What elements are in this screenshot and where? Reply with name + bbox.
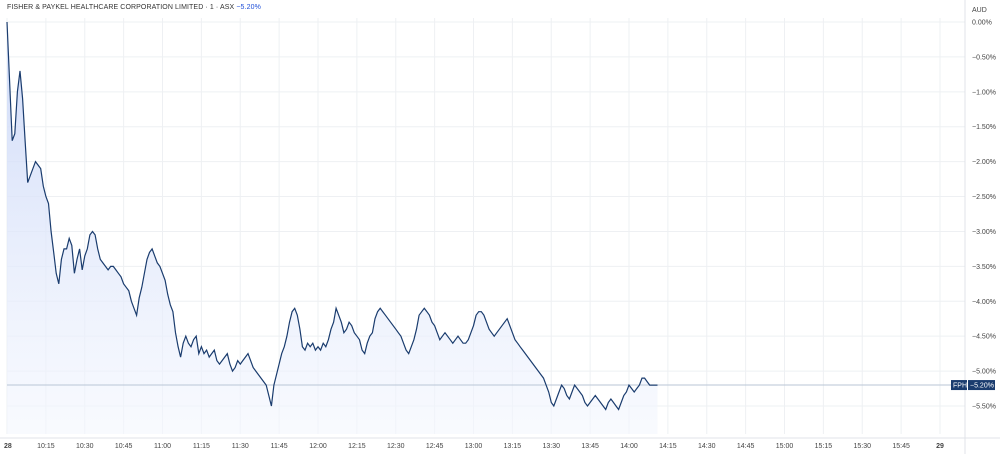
x-tick-label: 14:30 bbox=[698, 443, 716, 450]
y-tick-label: −0.50% bbox=[972, 54, 996, 61]
y-tick-label: 0.00% bbox=[972, 20, 992, 27]
x-tick-label: 12:15 bbox=[348, 443, 366, 450]
x-tick-label: 10:30 bbox=[76, 443, 94, 450]
x-axis: 28 10:15 10:30 10:45 11:00 11:15 11:30 11:45 12:… bbox=[4, 443, 944, 450]
y-tick-label: −5.50% bbox=[972, 404, 996, 411]
x-tick-label: 13:45 bbox=[581, 443, 599, 450]
x-tick-label: 10:15 bbox=[37, 443, 55, 450]
chart-stage: 0.00% −0.50% −1.00% −1.50% −2.00% −2.50% −3.00… bbox=[0, 0, 1000, 454]
y-tick-label: −2.00% bbox=[972, 159, 996, 166]
x-tick-label: 11:00 bbox=[154, 443, 171, 450]
y-axis: 0.00% −0.50% −1.00% −1.50% −2.00% −2.50% −3.00… bbox=[972, 20, 996, 411]
last-price-label: FPH −5.20% bbox=[951, 380, 995, 391]
x-tick-label: 14:45 bbox=[737, 443, 755, 450]
x-tick-label: 15:45 bbox=[892, 443, 910, 450]
x-tick-label: 14:15 bbox=[659, 443, 677, 450]
x-tick-label: 10:45 bbox=[115, 443, 133, 450]
x-tick-label: 13:00 bbox=[465, 443, 483, 450]
y-tick-label: −1.00% bbox=[972, 89, 996, 96]
y-tick-label: −1.50% bbox=[972, 124, 996, 131]
y-tick-label: −2.50% bbox=[972, 194, 996, 201]
y-tick-label: −3.50% bbox=[972, 264, 996, 271]
y-tick-label: −4.50% bbox=[972, 334, 996, 341]
price-chart[interactable]: 0.00% −0.50% −1.00% −1.50% −2.00% −2.50% −3.00… bbox=[0, 0, 1000, 454]
y-tick-label: −4.00% bbox=[972, 299, 996, 306]
x-tick-label: 12:00 bbox=[309, 443, 327, 450]
series-name-label: FPH bbox=[953, 383, 967, 390]
x-tick-label: 11:15 bbox=[193, 443, 210, 450]
y-tick-label: −3.00% bbox=[972, 229, 996, 236]
x-tick-label: 28 bbox=[4, 443, 12, 450]
x-tick-label: 13:30 bbox=[542, 443, 560, 450]
x-tick-label: 15:00 bbox=[776, 443, 794, 450]
x-tick-label: 13:15 bbox=[504, 443, 522, 450]
x-tick-label: 12:30 bbox=[387, 443, 405, 450]
x-tick-label: 15:15 bbox=[815, 443, 833, 450]
currency-label: AUD bbox=[972, 7, 987, 14]
instrument-title: FISHER & PAYKEL HEALTHCARE CORPORATION L… bbox=[7, 4, 235, 11]
x-tick-label: 12:45 bbox=[426, 443, 444, 450]
x-tick-label: 29 bbox=[936, 443, 944, 450]
chart-header: FISHER & PAYKEL HEALTHCARE CORPORATION L… bbox=[7, 4, 261, 11]
last-value-label: −5.20% bbox=[970, 383, 994, 390]
x-tick-label: 11:30 bbox=[232, 443, 249, 450]
x-tick-label: 11:45 bbox=[271, 443, 288, 450]
change-percent: −5.20% bbox=[236, 4, 261, 11]
series-area-fill bbox=[7, 22, 658, 434]
x-tick-label: 14:00 bbox=[620, 443, 638, 450]
x-tick-label: 15:30 bbox=[853, 443, 871, 450]
y-tick-label: −5.00% bbox=[972, 369, 996, 376]
